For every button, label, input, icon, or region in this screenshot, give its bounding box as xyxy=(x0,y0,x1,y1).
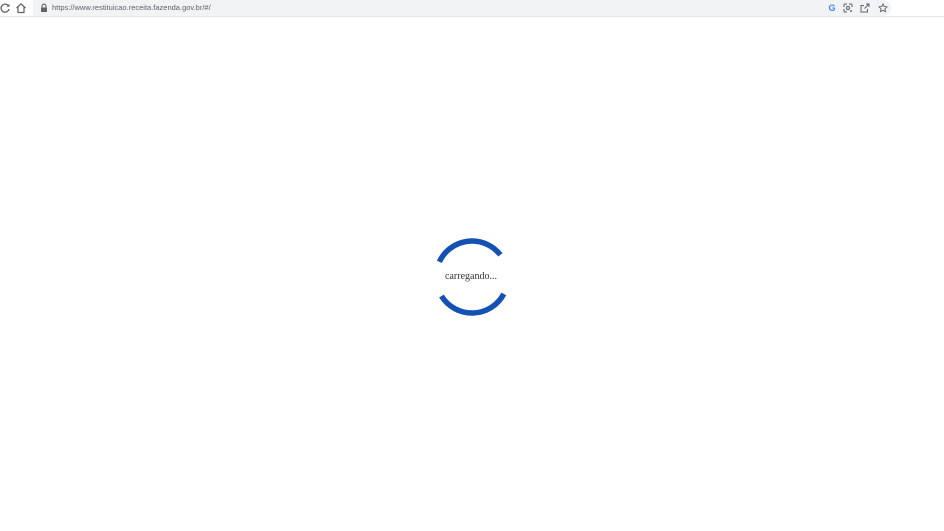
address-bar[interactable]: https://www.restituicao.receita.fazenda.… xyxy=(33,0,891,16)
google-icon[interactable]: G xyxy=(826,2,838,14)
google-letter: G xyxy=(828,3,836,13)
url-text[interactable]: https://www.restituicao.receita.fazenda.… xyxy=(52,2,211,14)
google-lens-icon xyxy=(843,3,853,13)
spinner-arc-top xyxy=(436,238,503,264)
lock-icon[interactable] xyxy=(39,3,49,13)
home-icon xyxy=(16,3,26,14)
reload-button[interactable] xyxy=(0,1,12,15)
browser-toolbar: https://www.restituicao.receita.fazenda.… xyxy=(0,0,944,17)
home-button[interactable] xyxy=(14,1,28,15)
star-icon xyxy=(878,3,888,13)
share-button[interactable] xyxy=(859,2,871,14)
reload-icon xyxy=(0,3,10,13)
bookmark-button[interactable] xyxy=(877,2,889,14)
loading-text: carregando... xyxy=(445,271,497,282)
spinner-arc-bottom xyxy=(439,292,507,316)
google-lens-button[interactable] xyxy=(842,2,854,14)
share-icon xyxy=(860,3,870,13)
